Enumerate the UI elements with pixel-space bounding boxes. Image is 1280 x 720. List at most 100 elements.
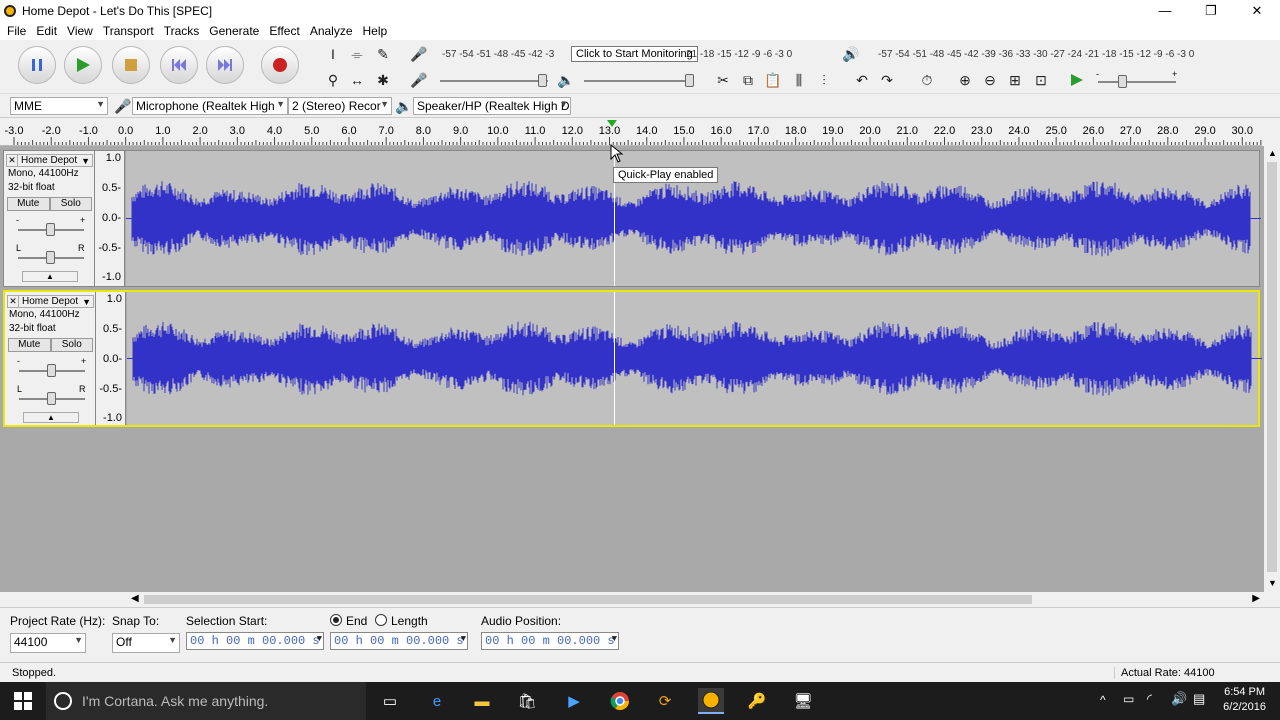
scroll-left-icon[interactable]: ◀ bbox=[131, 593, 139, 604]
record-meter[interactable]: -57 -54 -51 -48 -45 -42 -3 bbox=[442, 43, 554, 65]
vertical-scrollbar[interactable]: ▲ ▼ bbox=[1264, 146, 1280, 592]
envelope-tool-icon[interactable]: ⌯ bbox=[346, 43, 368, 65]
vertical-scale[interactable]: 1.0 0.5- 0.0- -0.5- -1.0 bbox=[95, 151, 125, 286]
menu-help[interactable]: Help bbox=[358, 24, 393, 38]
copy-icon[interactable]: ⧉ bbox=[737, 69, 759, 91]
draw-tool-icon[interactable]: ✎ bbox=[372, 43, 394, 65]
fit-project-icon[interactable]: ⊡ bbox=[1030, 69, 1052, 91]
chrome-icon[interactable] bbox=[607, 688, 633, 714]
cortana-search-box[interactable]: I'm Cortana. Ask me anything. bbox=[46, 682, 366, 720]
length-radio[interactable] bbox=[375, 614, 387, 626]
menu-effect[interactable]: Effect bbox=[264, 24, 304, 38]
notifications-icon[interactable]: ▤ bbox=[1193, 691, 1205, 707]
recording-app-icon[interactable]: ⟳ bbox=[652, 688, 678, 714]
menu-edit[interactable]: Edit bbox=[31, 24, 62, 38]
scroll-up-icon[interactable]: ▲ bbox=[1268, 148, 1277, 158]
pan-slider[interactable] bbox=[18, 251, 84, 264]
selection-end-time[interactable]: 00 h 00 m 00.000 s ▼ bbox=[330, 632, 468, 650]
network-icon[interactable]: ◜ bbox=[1147, 691, 1152, 707]
task-view-icon[interactable]: ▭ bbox=[377, 688, 403, 714]
horizontal-scrollbar[interactable]: ◀ ▶ bbox=[128, 592, 1264, 607]
taskbar-clock[interactable]: 6:54 PM 6/2/2016 bbox=[1223, 685, 1266, 715]
fit-selection-icon[interactable]: ⊞ bbox=[1004, 69, 1026, 91]
start-button[interactable] bbox=[0, 682, 46, 720]
record-meter-mic-icon[interactable]: 🎤 bbox=[408, 43, 430, 65]
screen-app-icon[interactable]: 🖥 bbox=[790, 688, 816, 714]
track-name-button[interactable]: ✕ Home Depot ▼ bbox=[6, 154, 93, 167]
close-track-icon[interactable]: ✕ bbox=[7, 155, 18, 166]
menu-view[interactable]: View bbox=[62, 24, 98, 38]
cut-icon[interactable]: ✂ bbox=[712, 69, 734, 91]
input-channels-select[interactable]: 2 (Stereo) Recor ▼ bbox=[288, 97, 392, 115]
audio-position-time[interactable]: 00 h 00 m 00.000 s ▼ bbox=[481, 632, 619, 650]
gain-slider[interactable] bbox=[19, 364, 85, 377]
key-app-icon[interactable]: 🔑 bbox=[744, 688, 770, 714]
project-rate-select[interactable]: 44100 ▼ bbox=[10, 633, 86, 653]
input-device-select[interactable]: Microphone (Realtek High ▼ bbox=[132, 97, 288, 115]
redo-icon[interactable]: ↷ bbox=[876, 69, 898, 91]
minimize-button[interactable]: — bbox=[1142, 0, 1188, 21]
time-shift-tool-icon[interactable]: ↔ bbox=[346, 69, 368, 91]
close-track-icon[interactable]: ✕ bbox=[8, 296, 19, 307]
multi-tool-icon[interactable]: ✱ bbox=[372, 69, 394, 91]
output-device-select[interactable]: Speaker/HP (Realtek High D ▼ bbox=[413, 97, 571, 115]
store-icon[interactable]: 🛍 bbox=[514, 688, 540, 714]
mute-button[interactable]: Mute bbox=[8, 338, 51, 352]
mute-button[interactable]: Mute bbox=[7, 197, 50, 211]
track-name-button[interactable]: ✕ Home Depot ▼ bbox=[7, 295, 94, 308]
playback-meter[interactable]: -57 -54 -51 -48 -45 -42 -39 -36 -33 -30 … bbox=[878, 43, 1194, 65]
horizontal-scroll-thumb[interactable] bbox=[144, 595, 1032, 604]
vertical-scroll-thumb[interactable] bbox=[1267, 162, 1277, 572]
pause-button[interactable] bbox=[18, 46, 56, 84]
audacity-taskbar-icon[interactable] bbox=[698, 688, 724, 714]
vertical-scale[interactable]: 1.0 0.5- 0.0- -0.5- -1.0 bbox=[96, 292, 126, 425]
menu-file[interactable]: File bbox=[2, 24, 31, 38]
selection-tool-icon[interactable]: I bbox=[322, 43, 344, 65]
playback-volume-slider[interactable] bbox=[584, 74, 694, 87]
track-panel[interactable]: ✕ Home Depot ▼ Mono, 44100Hz 32-bit float … bbox=[0, 144, 1264, 592]
undo-icon[interactable]: ↶ bbox=[851, 69, 873, 91]
audio-host-select[interactable]: MME ▼ bbox=[10, 97, 108, 115]
stop-button[interactable] bbox=[112, 46, 150, 84]
zoom-in-icon[interactable]: ⊕ bbox=[954, 69, 976, 91]
scroll-right-icon[interactable]: ▶ bbox=[1252, 593, 1260, 604]
file-explorer-icon[interactable]: ▬ bbox=[469, 688, 495, 714]
play-speed-slider[interactable] bbox=[1098, 75, 1176, 88]
end-radio[interactable] bbox=[330, 614, 342, 626]
waveform-area[interactable] bbox=[127, 292, 1262, 425]
skip-to-end-button[interactable] bbox=[206, 46, 244, 84]
scroll-down-icon[interactable]: ▼ bbox=[1268, 578, 1277, 588]
menu-transport[interactable]: Transport bbox=[98, 24, 159, 38]
solo-button[interactable]: Solo bbox=[49, 197, 92, 211]
record-button[interactable] bbox=[261, 46, 299, 84]
skip-to-start-button[interactable] bbox=[160, 46, 198, 84]
close-button[interactable]: ✕ bbox=[1234, 0, 1280, 21]
snap-to-select[interactable]: Off ▼ bbox=[112, 633, 180, 653]
trim-audio-icon[interactable]: ⫼ bbox=[788, 69, 810, 91]
timeline-ruler[interactable]: -3.0 -2.0 -1.0 0.0 1.0 2.0 3.0 4.0 5.0 6.0 7.0 8.0 9… bbox=[0, 119, 1262, 146]
collapse-track-button[interactable]: ▲ bbox=[22, 271, 78, 282]
gain-slider[interactable] bbox=[18, 223, 84, 236]
collapse-track-button[interactable]: ▲ bbox=[23, 412, 79, 423]
volume-icon[interactable]: 🔊 bbox=[1171, 691, 1187, 707]
pan-slider[interactable] bbox=[19, 392, 85, 405]
zoom-out-icon[interactable]: ⊖ bbox=[979, 69, 1001, 91]
play-button[interactable] bbox=[64, 46, 102, 84]
restore-button[interactable]: ❐ bbox=[1188, 0, 1234, 21]
paste-icon[interactable]: 📋 bbox=[762, 69, 784, 91]
solo-button[interactable]: Solo bbox=[50, 338, 93, 352]
menu-analyze[interactable]: Analyze bbox=[305, 24, 358, 38]
playback-meter-speaker-icon[interactable]: 🔊 bbox=[840, 43, 862, 65]
silence-audio-icon[interactable]: ⫶ bbox=[813, 69, 835, 91]
menu-tracks[interactable]: Tracks bbox=[159, 24, 205, 38]
audio-track-2[interactable]: ✕ Home Depot ▼ Mono, 44100Hz 32-bit float … bbox=[3, 290, 1262, 427]
video-app-icon[interactable]: ▶ bbox=[561, 688, 587, 714]
menu-generate[interactable]: Generate bbox=[204, 24, 264, 38]
zoom-tool-icon[interactable]: ⚲ bbox=[322, 69, 344, 91]
record-volume-slider[interactable] bbox=[440, 74, 548, 87]
battery-icon[interactable]: ▭ bbox=[1123, 692, 1134, 706]
sync-lock-icon[interactable]: ⏱ bbox=[916, 69, 938, 91]
edge-browser-icon[interactable]: e bbox=[424, 688, 450, 714]
selection-start-time[interactable]: 00 h 00 m 00.000 s ▼ bbox=[186, 632, 324, 650]
show-hidden-icons-icon[interactable]: ^ bbox=[1100, 693, 1106, 707]
